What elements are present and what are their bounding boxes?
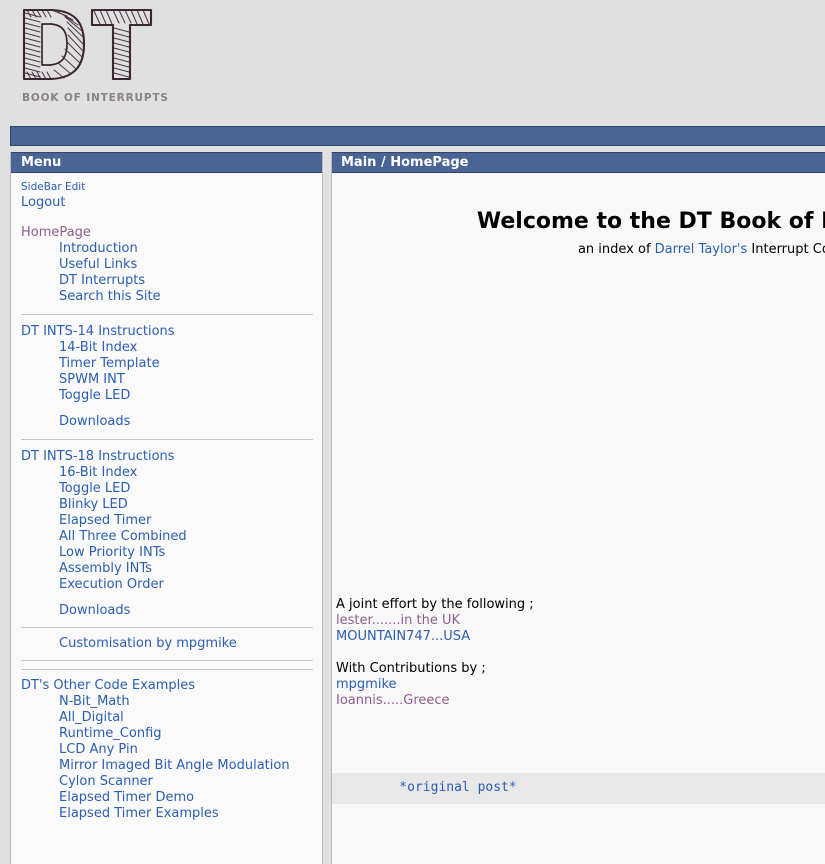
sidebar-item-cylon-scanner[interactable]: Cylon Scanner: [11, 774, 322, 790]
sidebar-item-elapsed-timer-demo[interactable]: Elapsed Timer Demo: [11, 790, 322, 806]
sidebar-divider: [21, 660, 313, 661]
sidebar-item-16-bit-index[interactable]: 16-Bit Index: [11, 465, 322, 481]
sidebar-item-n-bit-math[interactable]: N-Bit_Math: [11, 694, 322, 710]
page-root: BOOK OF INTERRUPTS Menu SideBar Edit Log…: [0, 0, 825, 864]
sidebar-divider: [21, 669, 313, 670]
code-original-post: *original post*: [368, 780, 517, 795]
sidebar-item-useful-links[interactable]: Useful Links: [11, 257, 322, 273]
contributor-mpgmike[interactable]: mpgmike: [336, 677, 534, 693]
main-content: Welcome to the DT Book of Interrupts an …: [332, 209, 825, 804]
sidebar-item-14-bit-index[interactable]: 14-Bit Index: [11, 340, 322, 356]
sidebar-item-customisation[interactable]: Customisation by mpgmike: [11, 636, 322, 652]
sidebar-item-other-code-examples[interactable]: DT's Other Code Examples: [11, 678, 322, 694]
site-logo: BOOK OF INTERRUPTS: [18, 4, 278, 108]
dt-sketch-logo-icon: [22, 8, 153, 81]
site-tagline: BOOK OF INTERRUPTS: [22, 92, 169, 104]
page-title: Welcome to the DT Book of Interrupts: [476, 209, 825, 234]
sidebar-item-search-this-site[interactable]: Search this Site: [11, 289, 322, 305]
sidebar-item-sidebar-edit[interactable]: SideBar Edit: [11, 180, 322, 195]
breadcrumb: Main / HomePage: [332, 152, 825, 173]
sidebar-item-mirror-imaged-bam[interactable]: Mirror Imaged Bit Angle Modulation: [11, 758, 322, 774]
code-block: *original post*: [332, 773, 825, 804]
sidebar-item-homepage[interactable]: HomePage: [11, 225, 322, 241]
sidebar-item-timer-template[interactable]: Timer Template: [11, 356, 322, 372]
contributor-ioannis[interactable]: Ioannis.....Greece: [336, 693, 534, 709]
sidebar-item-dt-ints-18-instructions[interactable]: DT INTS-18 Instructions: [11, 449, 322, 465]
sidebar-item-all-three-combined[interactable]: All Three Combined: [11, 529, 322, 545]
subtitle-suffix: Interrupt Code: [751, 242, 825, 257]
sidebar: Menu SideBar Edit Logout HomePage Introd…: [10, 152, 323, 864]
sidebar-item-elapsed-timer-examples[interactable]: Elapsed Timer Examples: [11, 806, 322, 822]
sidebar-item-lcd-any-pin[interactable]: LCD Any Pin: [11, 742, 322, 758]
credits-block: A joint effort by the following ; lester…: [336, 597, 534, 709]
sidebar-item-dt-interrupts[interactable]: DT Interrupts: [11, 273, 322, 289]
sidebar-divider: [21, 439, 313, 440]
sidebar-item-dt-ints-14-instructions[interactable]: DT INTS-14 Instructions: [11, 324, 322, 340]
contributor-mountain747[interactable]: MOUNTAIN747...USA: [336, 629, 534, 645]
sidebar-item-downloads-14[interactable]: Downloads: [11, 414, 322, 430]
main-panel: Main / HomePage Welcome to the DT Book o…: [331, 152, 825, 864]
sidebar-item-introduction[interactable]: Introduction: [11, 241, 322, 257]
sidebar-item-all-digital[interactable]: All_Digital: [11, 710, 322, 726]
sidebar-title: Menu: [11, 152, 322, 173]
top-accent-bar: [10, 126, 825, 146]
sidebar-item-blinky-led[interactable]: Blinky LED: [11, 497, 322, 513]
sidebar-item-assembly-ints[interactable]: Assembly INTs: [11, 561, 322, 577]
sidebar-item-execution-order[interactable]: Execution Order: [11, 577, 322, 593]
joint-effort-label: A joint effort by the following ;: [336, 597, 534, 612]
subtitle-prefix: an index of: [577, 242, 655, 257]
contributor-lester[interactable]: lester.......in the UK: [336, 613, 534, 629]
contributions-label: With Contributions by ;: [336, 661, 486, 676]
sidebar-item-logout[interactable]: Logout: [11, 195, 322, 211]
sidebar-item-toggle-led-18[interactable]: Toggle LED: [11, 481, 322, 497]
sidebar-divider: [21, 314, 313, 315]
sidebar-item-spwm-int[interactable]: SPWM INT: [11, 372, 322, 388]
sidebar-item-low-priority-ints[interactable]: Low Priority INTs: [11, 545, 322, 561]
subtitle-author-link[interactable]: Darrel Taylor's: [655, 242, 748, 257]
sidebar-item-toggle-led-14[interactable]: Toggle LED: [11, 388, 322, 404]
sidebar-body: SideBar Edit Logout HomePage Introductio…: [11, 173, 322, 822]
page-subtitle: an index of Darrel Taylor's Interrupt Co…: [332, 242, 825, 257]
sidebar-item-downloads-18[interactable]: Downloads: [11, 603, 322, 619]
sidebar-divider: [21, 627, 313, 628]
sidebar-item-runtime-config[interactable]: Runtime_Config: [11, 726, 322, 742]
sidebar-item-elapsed-timer[interactable]: Elapsed Timer: [11, 513, 322, 529]
